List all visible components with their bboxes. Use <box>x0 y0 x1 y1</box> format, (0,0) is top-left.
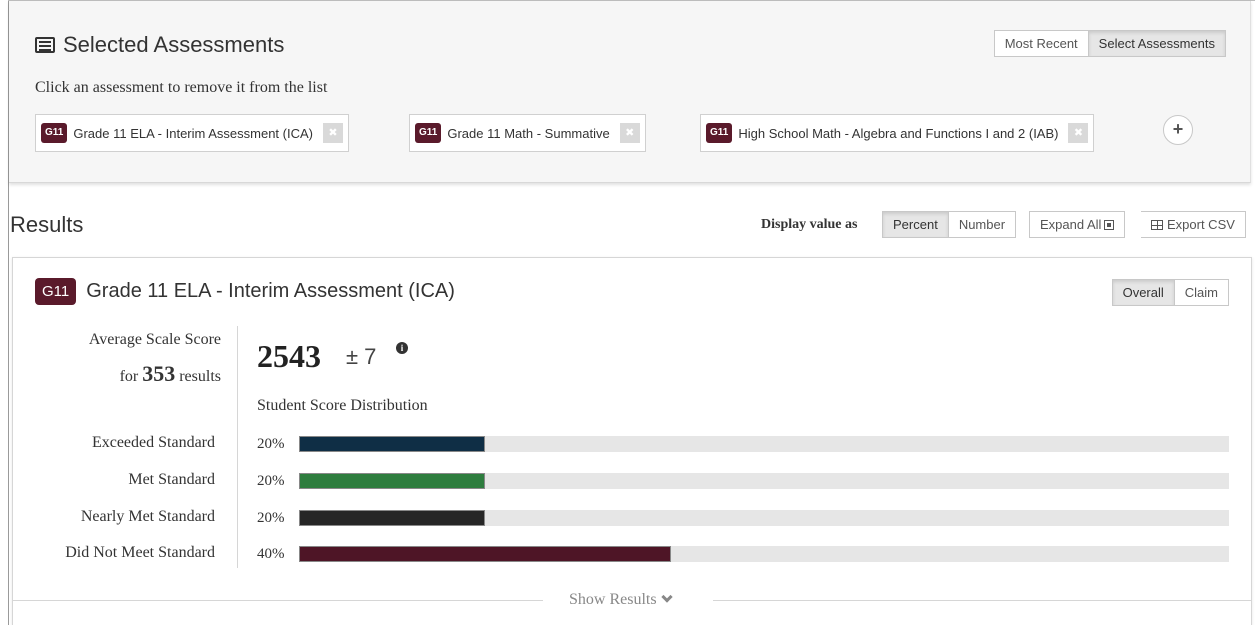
panel-title-text: Selected Assessments <box>63 32 285 57</box>
percent-button[interactable]: Percent <box>882 211 949 238</box>
panel-instructions: Click an assessment to remove it from th… <box>35 79 328 96</box>
distribution-label: Met Standard <box>128 471 215 488</box>
display-value-label: Display value as <box>761 217 858 232</box>
distribution-bar-fill <box>299 473 485 489</box>
most-recent-button[interactable]: Most Recent <box>993 30 1089 57</box>
distribution-percent: 20% <box>257 510 285 526</box>
expand-all-button[interactable]: Expand All <box>1029 211 1126 238</box>
chevron-down-icon <box>660 591 673 603</box>
result-card: G11 Grade 11 ELA - Interim Assessment (I… <box>12 257 1252 625</box>
distribution-percent: 20% <box>257 436 285 452</box>
assessment-chip[interactable]: G11 Grade 11 ELA - Interim Assessment (I… <box>35 114 349 152</box>
list-icon <box>35 37 55 53</box>
distribution-title: Student Score Distribution <box>257 397 428 414</box>
number-button[interactable]: Number <box>948 211 1017 238</box>
grade-badge: G11 <box>35 278 77 305</box>
for-label: for <box>119 368 139 385</box>
results-count-line: for 353 results <box>120 361 221 387</box>
score-margin: ± 7 <box>346 344 377 369</box>
chip-label: Grade 11 Math - Summative <box>447 125 610 141</box>
average-score: 2543 <box>257 338 321 374</box>
assessment-chip[interactable]: G11 High School Math - Algebra and Funct… <box>700 114 1095 152</box>
close-icon[interactable]: ✖ <box>619 123 640 143</box>
distribution-bar-fill <box>299 546 671 562</box>
distribution-bar-fill <box>299 510 485 526</box>
distribution-label: Nearly Met Standard <box>80 508 215 525</box>
export-csv-label: Export CSV <box>1167 217 1235 232</box>
distribution-bar-track <box>299 436 1229 452</box>
distribution-label: Exceeded Standard <box>91 434 215 451</box>
overall-claim-toggle: Overall Claim <box>1111 279 1229 306</box>
divider <box>13 600 543 601</box>
distribution-row: Met Standard 20% <box>13 471 1243 491</box>
show-results-label: Show Results <box>569 591 657 608</box>
average-scale-score-label: Average Scale Score <box>88 331 221 348</box>
divider <box>713 600 1251 601</box>
expand-all-label: Expand All <box>1040 217 1102 232</box>
results-count: 353 <box>142 361 176 386</box>
view-toggle: Most Recent Select Assessments <box>993 30 1226 57</box>
select-assessments-button[interactable]: Select Assessments <box>1088 30 1226 57</box>
info-icon[interactable]: i <box>396 342 408 354</box>
show-results-button[interactable]: Show Results <box>569 591 673 609</box>
table-icon <box>1151 220 1163 230</box>
distribution-label: Did Not Meet Standard <box>65 544 215 561</box>
grade-badge: G11 <box>706 123 733 143</box>
card-header: G11 Grade 11 ELA - Interim Assessment (I… <box>35 278 455 305</box>
close-icon[interactable]: ✖ <box>1068 123 1089 143</box>
grade-badge: G11 <box>41 123 68 143</box>
chip-label: High School Math - Algebra and Functions… <box>738 125 1059 141</box>
close-icon[interactable]: ✖ <box>322 123 343 143</box>
grade-badge: G11 <box>415 123 442 143</box>
selected-assessments-panel: Selected Assessments Click an assessment… <box>9 1 1251 183</box>
distribution-row: Exceeded Standard 20% <box>13 434 1243 454</box>
distribution-bar-track <box>299 473 1229 489</box>
panel-title: Selected Assessments <box>35 32 284 58</box>
display-toggle: Percent Number <box>882 211 1017 238</box>
claim-button[interactable]: Claim <box>1174 279 1229 306</box>
expand-square-icon <box>1104 220 1115 230</box>
card-title: Grade 11 ELA - Interim Assessment (ICA) <box>86 280 455 302</box>
distribution-bar-fill <box>299 436 485 452</box>
results-title: Results <box>10 212 84 237</box>
distribution-bar-track <box>299 510 1229 526</box>
distribution-row: Did Not Meet Standard 40% <box>13 544 1243 564</box>
distribution-percent: 40% <box>257 546 285 562</box>
distribution-percent: 20% <box>257 473 285 489</box>
distribution-row: Nearly Met Standard 20% <box>13 508 1243 528</box>
chip-label: Grade 11 ELA - Interim Assessment (ICA) <box>73 125 313 141</box>
export-csv-button[interactable]: Export CSV <box>1141 211 1246 238</box>
distribution-bar-track <box>299 546 1229 562</box>
overall-button[interactable]: Overall <box>1111 279 1175 306</box>
assessment-chip[interactable]: G11 Grade 11 Math - Summative ✖ <box>409 114 646 152</box>
results-label: results <box>179 368 221 385</box>
add-assessment-button[interactable]: + <box>1163 115 1193 145</box>
